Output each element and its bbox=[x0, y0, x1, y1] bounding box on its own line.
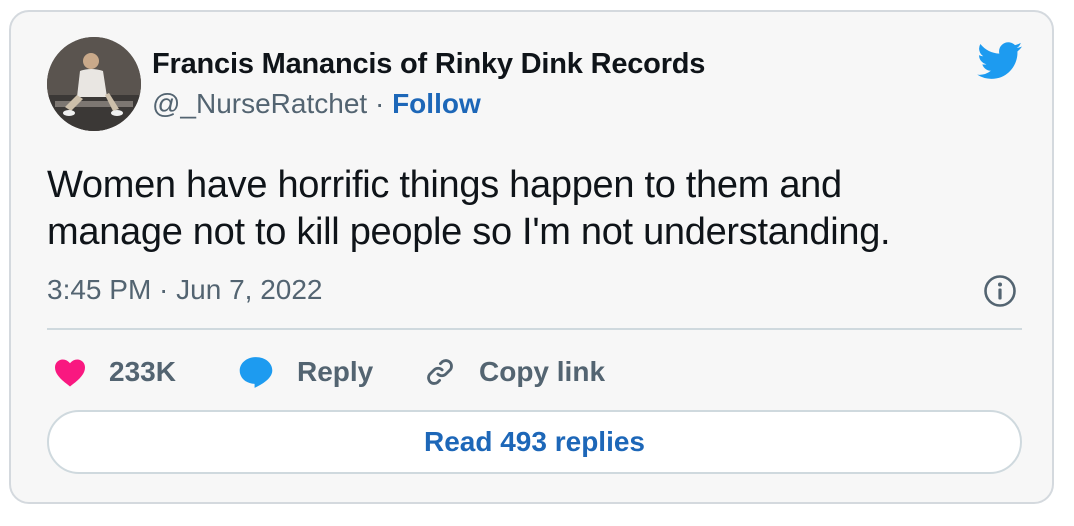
read-replies-label: Read 493 replies bbox=[423, 426, 646, 457]
author-handle-row: @_NurseRatchet · Follow bbox=[152, 88, 481, 120]
copy-link-label: Copy link bbox=[479, 356, 606, 387]
author-handle[interactable]: @_NurseRatchet bbox=[152, 88, 367, 119]
author-display-name[interactable]: Francis Manancis of Rinky Dink Records bbox=[152, 48, 705, 81]
divider bbox=[47, 328, 1022, 330]
like-button[interactable]: 233K bbox=[53, 352, 176, 392]
twitter-bird-icon[interactable] bbox=[977, 42, 1023, 80]
tweet-text: Women have horrific things happen to the… bbox=[47, 162, 1007, 256]
reply-button[interactable]: Reply bbox=[237, 352, 373, 392]
info-icon[interactable] bbox=[983, 274, 1017, 308]
heart-icon bbox=[55, 359, 85, 387]
link-icon bbox=[427, 359, 453, 385]
copy-link-button[interactable]: Copy link bbox=[423, 352, 605, 392]
avatar[interactable] bbox=[47, 37, 141, 131]
speech-bubble-icon bbox=[239, 357, 273, 388]
tweet-timestamp[interactable]: 3:45 PM · Jun 7, 2022 bbox=[47, 274, 323, 306]
read-replies-button[interactable]: Read 493 replies bbox=[47, 410, 1022, 474]
reply-label: Reply bbox=[297, 356, 374, 387]
tweet-card: Francis Manancis of Rinky Dink Records @… bbox=[9, 10, 1054, 504]
tweet-text-line: Women have horrific things happen to the… bbox=[47, 164, 842, 206]
separator-dot: · bbox=[374, 88, 393, 119]
avatar-photo bbox=[47, 37, 141, 131]
like-count: 233K bbox=[109, 356, 176, 387]
follow-link[interactable]: Follow bbox=[392, 88, 481, 119]
tweet-text-line: manage not to kill people so I'm not und… bbox=[47, 211, 891, 253]
